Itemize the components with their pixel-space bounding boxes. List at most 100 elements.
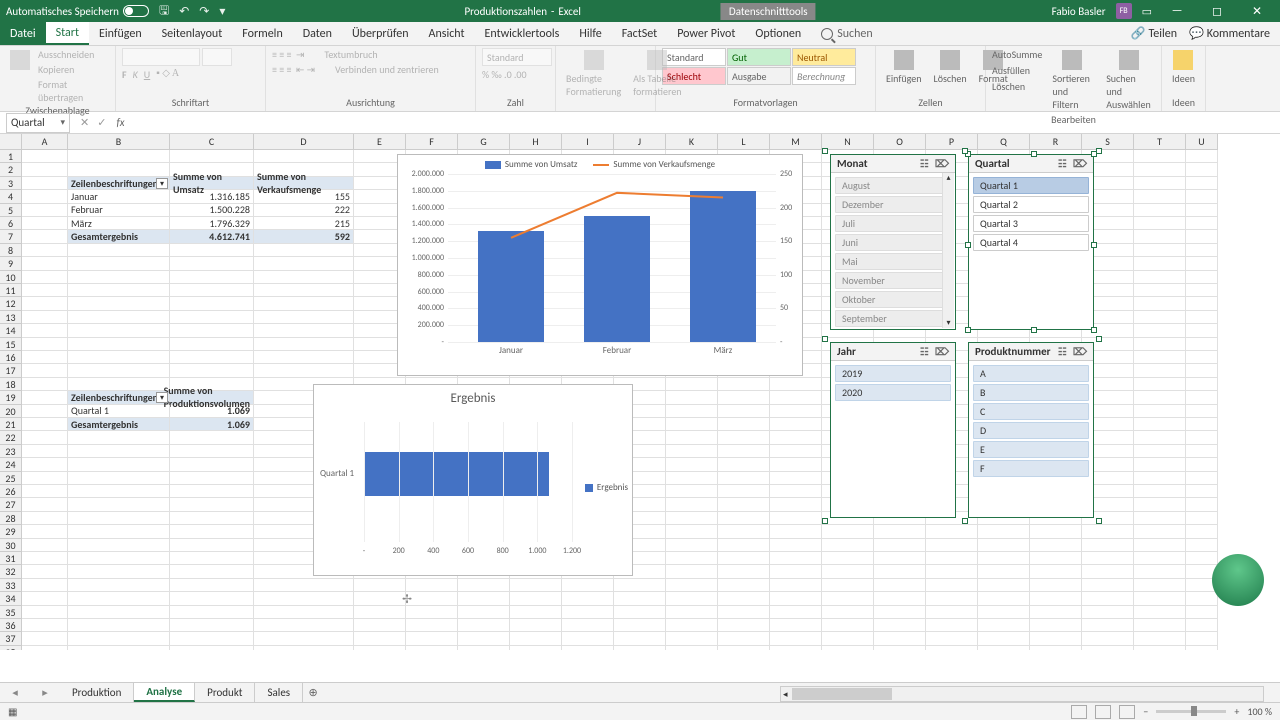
- row-header[interactable]: 11: [0, 284, 22, 297]
- row-header[interactable]: 27: [0, 498, 22, 511]
- col-header[interactable]: C: [170, 134, 254, 150]
- row-header[interactable]: 33: [0, 579, 22, 592]
- row-header[interactable]: 3: [0, 177, 22, 190]
- pivot-filter-icon[interactable]: ▾: [156, 178, 168, 189]
- tab-powerpivot[interactable]: Power Pivot: [667, 22, 745, 45]
- font-size-select[interactable]: [202, 48, 232, 66]
- style-neutral[interactable]: Neutral: [792, 48, 856, 66]
- col-header[interactable]: S: [1082, 134, 1134, 150]
- cell[interactable]: 155: [254, 190, 354, 203]
- cell[interactable]: Summe von Umsatz: [170, 177, 254, 190]
- col-header[interactable]: K: [666, 134, 718, 150]
- minimize-icon[interactable]: —: [1162, 4, 1192, 18]
- close-icon[interactable]: ✕: [1242, 4, 1272, 19]
- col-header[interactable]: L: [718, 134, 770, 150]
- row-header[interactable]: 38: [0, 646, 22, 650]
- comments-button[interactable]: 💬 Kommentare: [1189, 26, 1270, 41]
- row-header[interactable]: 36: [0, 619, 22, 632]
- col-header[interactable]: T: [1134, 134, 1186, 150]
- style-calculation[interactable]: Berechnung: [792, 67, 856, 85]
- ribbon-display-icon[interactable]: ▭: [1142, 5, 1152, 18]
- view-layout-icon[interactable]: [1095, 705, 1111, 719]
- row-header[interactable]: 17: [0, 364, 22, 377]
- row-header[interactable]: 23: [0, 445, 22, 458]
- fx-icon[interactable]: fx: [116, 116, 124, 129]
- cell[interactable]: 1.796.329: [170, 217, 254, 230]
- tab-ansicht[interactable]: Ansicht: [419, 22, 475, 45]
- row-header[interactable]: 7: [0, 230, 22, 243]
- autosum-button[interactable]: AutoSumme: [992, 48, 1042, 61]
- copy-button[interactable]: Kopieren: [38, 63, 109, 76]
- view-normal-icon[interactable]: [1071, 705, 1087, 719]
- cell[interactable]: 215: [254, 217, 354, 230]
- col-header[interactable]: D: [254, 134, 354, 150]
- col-header[interactable]: O: [874, 134, 926, 150]
- row-header[interactable]: 10: [0, 271, 22, 284]
- view-break-icon[interactable]: [1119, 705, 1135, 719]
- col-header[interactable]: J: [614, 134, 666, 150]
- cell[interactable]: Quartal 1: [68, 405, 170, 418]
- row-header[interactable]: 1: [0, 150, 22, 163]
- cancel-formula-icon[interactable]: ✕: [80, 116, 89, 129]
- col-header[interactable]: H: [510, 134, 562, 150]
- add-sheet-button[interactable]: ⊕: [303, 686, 323, 699]
- cell[interactable]: 1.316.185: [170, 190, 254, 203]
- cell[interactable]: 222: [254, 204, 354, 217]
- sheet-produktion[interactable]: Produktion: [60, 683, 134, 702]
- zoom-out-icon[interactable]: −: [1143, 705, 1148, 718]
- cell[interactable]: Gesamtergebnis: [68, 418, 170, 431]
- row-header[interactable]: 25: [0, 472, 22, 485]
- tab-file[interactable]: Datei: [0, 22, 46, 45]
- user-avatar[interactable]: FB: [1116, 3, 1132, 19]
- user-name[interactable]: Fabio Basler: [1052, 5, 1106, 18]
- share-button[interactable]: 🔗 Teilen: [1131, 26, 1177, 41]
- cell[interactable]: Januar: [68, 190, 170, 203]
- delete-cells-button[interactable]: Löschen: [930, 48, 971, 87]
- redo-icon[interactable]: ↷: [199, 4, 209, 19]
- col-header[interactable]: Q: [978, 134, 1030, 150]
- cell[interactable]: Summe von Produktionsvolumen: [170, 391, 254, 404]
- cell[interactable]: März: [68, 217, 170, 230]
- row-header[interactable]: 13: [0, 311, 22, 324]
- tab-daten[interactable]: Daten: [293, 22, 342, 45]
- row-header[interactable]: 18: [0, 378, 22, 391]
- clear-button[interactable]: Löschen: [992, 80, 1042, 93]
- col-header[interactable]: P: [926, 134, 978, 150]
- sort-filter-button[interactable]: Sortieren und Filtern: [1048, 48, 1096, 113]
- maximize-icon[interactable]: ◻: [1202, 4, 1232, 19]
- col-header[interactable]: I: [562, 134, 614, 150]
- style-output[interactable]: Ausgabe: [727, 67, 791, 85]
- conditional-formatting-button[interactable]: Bedingte Formatierung: [562, 48, 625, 100]
- row-header[interactable]: 21: [0, 418, 22, 431]
- cell[interactable]: 592: [254, 230, 354, 243]
- cell[interactable]: 1.500.228: [170, 204, 254, 217]
- horizontal-scrollbar[interactable]: ◂: [780, 686, 1264, 702]
- col-header[interactable]: F: [406, 134, 458, 150]
- cell[interactable]: Februar: [68, 204, 170, 217]
- row-header[interactable]: 35: [0, 606, 22, 619]
- tab-ueberpruefen[interactable]: Überprüfen: [342, 22, 419, 45]
- autosave-toggle[interactable]: Automatisches Speichern: [6, 5, 149, 18]
- zoom-in-icon[interactable]: +: [1234, 705, 1239, 718]
- tab-start[interactable]: Start: [46, 22, 89, 45]
- cell[interactable]: 1.069: [170, 418, 254, 431]
- col-header[interactable]: U: [1186, 134, 1218, 150]
- format-as-table-button[interactable]: Als Tabelle formatieren: [629, 48, 685, 100]
- row-header[interactable]: 12: [0, 297, 22, 310]
- format-painter-button[interactable]: Format übertragen: [38, 78, 109, 104]
- col-header[interactable]: G: [458, 134, 510, 150]
- row-header[interactable]: 15: [0, 338, 22, 351]
- zoom-slider[interactable]: [1156, 710, 1226, 713]
- row-header[interactable]: 14: [0, 324, 22, 337]
- chart-umsatz-menge[interactable]: Summe von Umsatz Summe von Verkaufsmenge…: [397, 154, 803, 376]
- col-header[interactable]: E: [354, 134, 406, 150]
- row-header[interactable]: 20: [0, 405, 22, 418]
- pivot-filter-icon[interactable]: ▾: [156, 392, 168, 403]
- undo-icon[interactable]: ↶: [179, 4, 189, 19]
- number-format-select[interactable]: Standard: [482, 48, 552, 66]
- row-header[interactable]: 19: [0, 391, 22, 404]
- row-header[interactable]: 8: [0, 244, 22, 257]
- col-header[interactable]: A: [22, 134, 68, 150]
- row-header[interactable]: 29: [0, 525, 22, 538]
- col-header[interactable]: M: [770, 134, 822, 150]
